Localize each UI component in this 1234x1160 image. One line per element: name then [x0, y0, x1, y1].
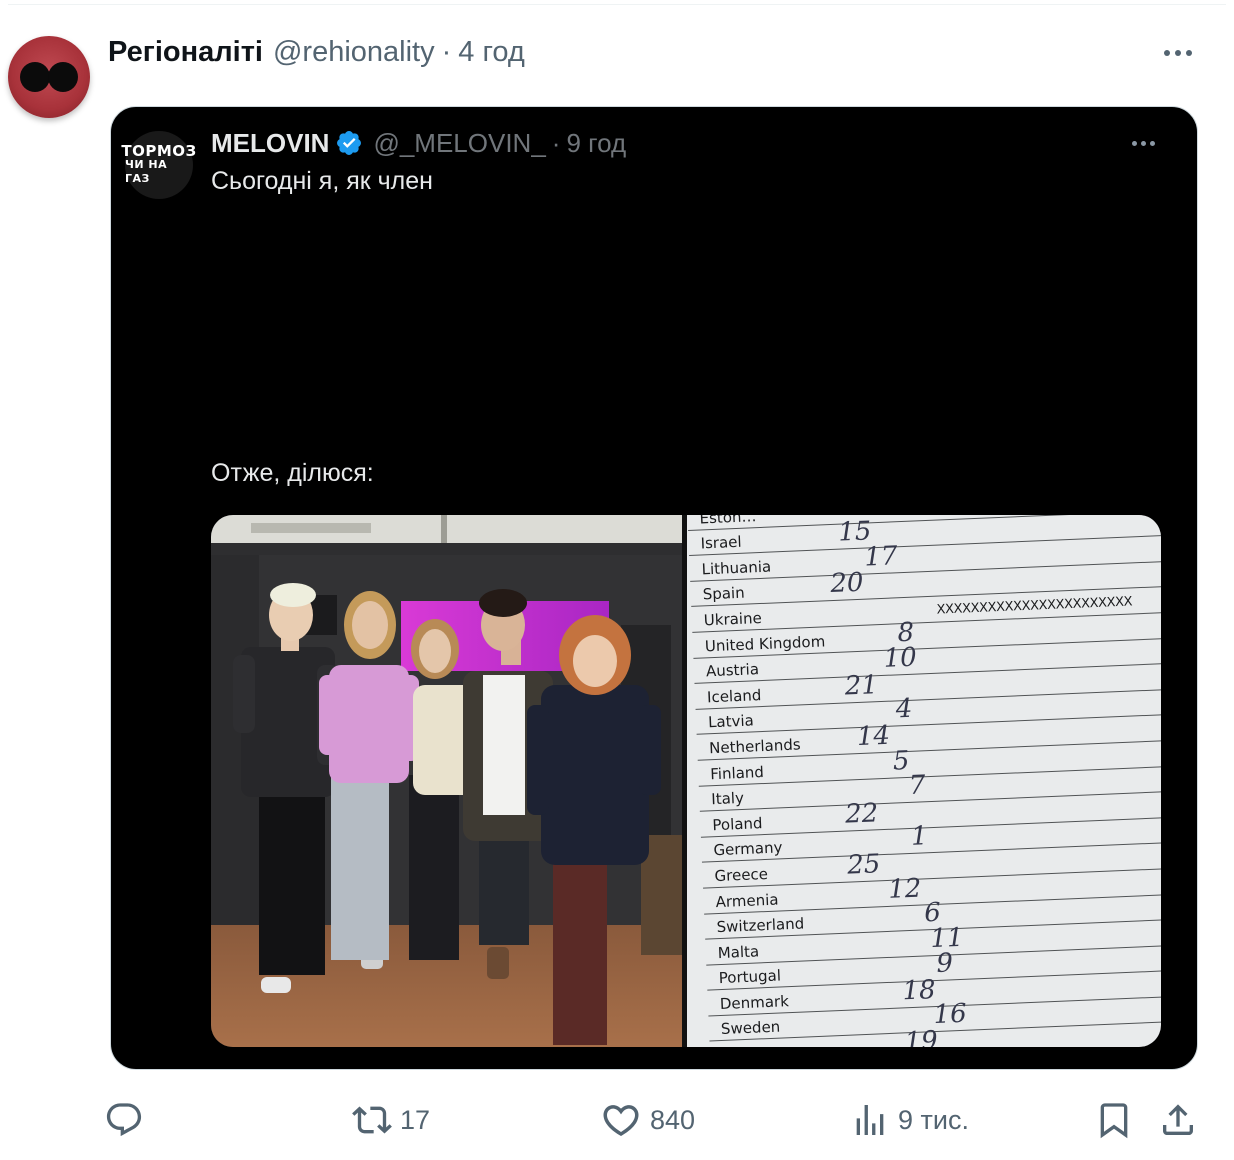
score-value: 9	[935, 948, 954, 980]
score-value: 10	[882, 642, 918, 675]
separator-dot: ·	[551, 127, 561, 158]
bookmark-button[interactable]	[1094, 1096, 1134, 1144]
score-sheet-photo[interactable]: Eston… Israel 15 Lithuania 17 Spain 20 Ukraine X…	[687, 515, 1161, 1047]
like-button[interactable]: 840	[600, 1096, 695, 1144]
score-country: Israel	[700, 532, 742, 553]
score-value: 16	[932, 999, 968, 1031]
score-country: Iceland	[706, 685, 762, 707]
quoted-author-avatar[interactable]: ТОРМОЗ ЧИ НА ГАЗ	[121, 131, 196, 199]
quoted-post-text-line: Сьогодні я, як член	[211, 167, 433, 195]
score-value: 4	[895, 694, 913, 725]
score-value: 17	[863, 541, 899, 573]
quoted-more-options-button[interactable]	[1121, 131, 1165, 155]
avatar-eye-left	[20, 62, 50, 92]
more-dot	[1131, 140, 1137, 146]
author-avatar[interactable]	[8, 36, 90, 118]
more-dot	[1186, 50, 1192, 56]
more-dot	[1164, 50, 1170, 56]
quoted-post-text-line: Отже, ділюся:	[211, 459, 374, 487]
score-country: Eston…	[699, 515, 757, 528]
group-photo[interactable]	[211, 515, 682, 1047]
score-country: Armenia	[715, 890, 779, 911]
retweet-count: 17	[400, 1104, 431, 1135]
heart-icon	[603, 1105, 639, 1137]
top-divider	[8, 4, 1226, 5]
post-header: Регіоналіті @rehionality · 4 год	[108, 34, 525, 70]
share-icon	[1163, 1104, 1193, 1135]
more-dot	[1175, 50, 1181, 56]
score-sheet: Eston… Israel 15 Lithuania 17 Spain 20 Ukraine X…	[687, 515, 1161, 1047]
score-value: 22	[844, 797, 879, 830]
post-actions: 17 840 9 тис.	[0, 1096, 1234, 1144]
quoted-author-name[interactable]: MELOVIN	[211, 128, 329, 159]
share-button[interactable]	[1158, 1096, 1198, 1144]
score-country: Finland	[709, 762, 765, 783]
score-value: 14	[856, 720, 891, 753]
like-count: 840	[650, 1104, 696, 1135]
score-country: Portugal	[718, 966, 782, 988]
score-country: Austria	[705, 660, 760, 681]
avatar-logo-text: ТОРМОЗ	[121, 142, 197, 160]
score-value: 20	[829, 568, 865, 600]
views-button[interactable]: 9 тис.	[850, 1096, 969, 1144]
reply-icon	[106, 1103, 142, 1137]
views-icon	[856, 1105, 884, 1135]
quoted-post-header: MELOVIN @_MELOVIN_ · 9 год	[211, 125, 626, 161]
score-value: 19	[904, 1026, 939, 1047]
score-country: Spain	[702, 584, 746, 604]
views-count: 9 тис.	[898, 1104, 969, 1135]
score-value: 18	[901, 974, 937, 1007]
score-country: Ukraine	[703, 608, 763, 630]
score-country: United Kingdom	[704, 631, 826, 655]
score-country: Denmark	[719, 992, 790, 1013]
score-country: Lithuania	[701, 557, 772, 579]
score-value: 21	[844, 669, 879, 702]
more-options-button[interactable]	[1156, 38, 1200, 68]
author-name[interactable]: Регіоналіті	[108, 36, 263, 69]
quoted-post-time[interactable]: 9 год	[566, 128, 626, 159]
post-media[interactable]: Eston… Israel 15 Lithuania 17 Spain 20 Ukraine X…	[211, 515, 1161, 1047]
separator-dot: ·	[441, 35, 452, 68]
score-crossed-out: XXXXXXXXXXXXXXXXXXXXXXX	[936, 594, 1133, 618]
score-country: Italy	[710, 789, 745, 809]
retweet-icon	[352, 1106, 392, 1134]
bookmark-icon	[1100, 1103, 1128, 1139]
quoted-author-handle[interactable]: @_MELOVIN_	[373, 128, 545, 159]
score-country: Greece	[714, 864, 769, 886]
quoted-post[interactable]: ТОРМОЗ ЧИ НА ГАЗ MELOVIN @_MELOVIN_ · 9 …	[110, 106, 1198, 1070]
retweet-button[interactable]: 17	[352, 1096, 430, 1144]
post-time[interactable]: 4 год	[458, 36, 525, 69]
score-value: 12	[887, 873, 922, 905]
verified-badge-icon	[337, 131, 362, 155]
score-country: Germany	[713, 838, 783, 860]
score-country: Sweden	[720, 1018, 781, 1039]
avatar-logo-text: ЧИ НА ГАЗ	[125, 158, 168, 185]
reply-button[interactable]	[104, 1096, 144, 1144]
score-country: Netherlands	[708, 735, 801, 758]
author-handle[interactable]: @rehionality	[273, 36, 435, 69]
score-country: France	[722, 1044, 773, 1047]
more-dot	[1140, 140, 1146, 146]
avatar-eye-right	[48, 62, 78, 92]
score-value: 7	[908, 770, 927, 802]
score-value: 1	[910, 821, 929, 853]
more-dot	[1149, 140, 1155, 146]
score-country: Poland	[712, 813, 763, 834]
score-value: 25	[846, 849, 881, 881]
score-country: Switzerland	[716, 914, 805, 937]
score-country: Malta	[717, 942, 760, 962]
score-country: Latvia	[707, 711, 755, 732]
